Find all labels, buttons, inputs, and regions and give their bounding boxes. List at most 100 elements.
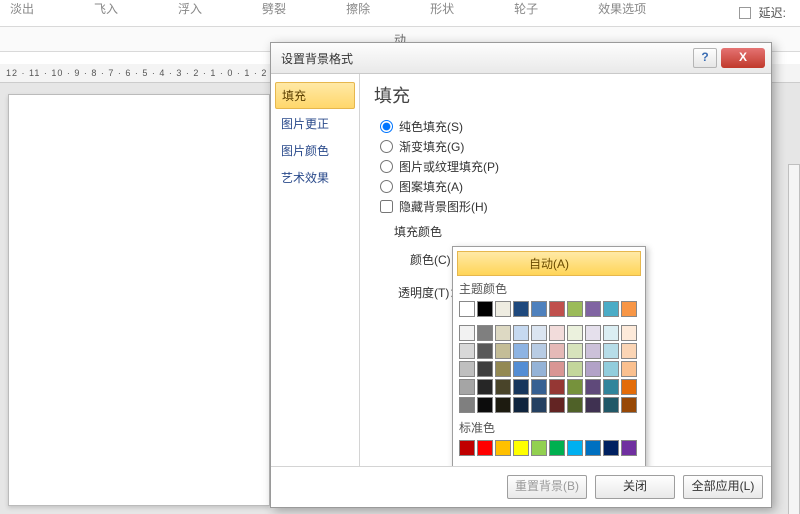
- color-swatch[interactable]: [513, 379, 529, 395]
- color-swatch[interactable]: [603, 301, 619, 317]
- color-swatch[interactable]: [531, 301, 547, 317]
- color-swatch[interactable]: [477, 379, 493, 395]
- ribbon-item[interactable]: 形状: [430, 0, 454, 17]
- checkbox-hide-input[interactable]: [380, 200, 393, 213]
- color-swatch[interactable]: [549, 325, 565, 341]
- slide-page[interactable]: [8, 94, 270, 506]
- color-swatch[interactable]: [459, 343, 475, 359]
- color-swatch[interactable]: [585, 325, 601, 341]
- color-swatch[interactable]: [567, 397, 583, 413]
- color-swatch[interactable]: [477, 361, 493, 377]
- sidebar-item-fill[interactable]: 填充: [275, 82, 355, 109]
- color-swatch[interactable]: [585, 397, 601, 413]
- color-swatch[interactable]: [531, 440, 547, 456]
- color-swatch[interactable]: [477, 343, 493, 359]
- color-swatch[interactable]: [567, 343, 583, 359]
- color-swatch[interactable]: [513, 440, 529, 456]
- radio-pattern-input[interactable]: [380, 180, 393, 193]
- color-swatch[interactable]: [621, 343, 637, 359]
- task-pane-edge[interactable]: [788, 164, 800, 514]
- color-swatch[interactable]: [513, 361, 529, 377]
- sidebar-item-picture-color[interactable]: 图片颜色: [275, 138, 355, 163]
- color-swatch[interactable]: [567, 440, 583, 456]
- ribbon-item[interactable]: 擦除: [346, 0, 370, 17]
- color-swatch[interactable]: [567, 325, 583, 341]
- color-swatch[interactable]: [549, 440, 565, 456]
- color-swatch[interactable]: [459, 379, 475, 395]
- color-swatch[interactable]: [567, 379, 583, 395]
- color-swatch[interactable]: [495, 343, 511, 359]
- sidebar-item-artistic-effects[interactable]: 艺术效果: [275, 165, 355, 190]
- color-swatch[interactable]: [495, 440, 511, 456]
- color-swatch[interactable]: [531, 325, 547, 341]
- color-swatch[interactable]: [567, 301, 583, 317]
- color-swatch[interactable]: [477, 301, 493, 317]
- color-swatch[interactable]: [603, 361, 619, 377]
- color-swatch[interactable]: [495, 397, 511, 413]
- reset-background-button[interactable]: 重置背景(B): [507, 475, 587, 499]
- ribbon-item[interactable]: 效果选项: [598, 0, 646, 17]
- color-swatch[interactable]: [549, 301, 565, 317]
- apply-all-button[interactable]: 全部应用(L): [683, 475, 763, 499]
- color-swatch[interactable]: [495, 325, 511, 341]
- color-swatch[interactable]: [495, 301, 511, 317]
- color-swatch[interactable]: [531, 397, 547, 413]
- color-swatch[interactable]: [585, 361, 601, 377]
- color-swatch[interactable]: [603, 397, 619, 413]
- ribbon-item[interactable]: 浮入: [178, 0, 202, 17]
- color-swatch[interactable]: [603, 343, 619, 359]
- color-swatch[interactable]: [531, 379, 547, 395]
- color-swatch[interactable]: [585, 440, 601, 456]
- color-swatch[interactable]: [621, 379, 637, 395]
- radio-gradient-fill[interactable]: 渐变填充(G): [380, 138, 757, 155]
- radio-gradient-input[interactable]: [380, 140, 393, 153]
- ribbon-item[interactable]: 轮子: [514, 0, 538, 17]
- color-swatch[interactable]: [459, 397, 475, 413]
- ribbon-item[interactable]: 劈裂: [262, 0, 286, 17]
- radio-picture-input[interactable]: [380, 160, 393, 173]
- color-swatch[interactable]: [549, 397, 565, 413]
- close-button[interactable]: X: [721, 48, 765, 68]
- color-swatch[interactable]: [585, 379, 601, 395]
- color-swatch[interactable]: [513, 397, 529, 413]
- color-swatch[interactable]: [549, 361, 565, 377]
- checkbox-hide-bg-graphics[interactable]: 隐藏背景图形(H): [380, 198, 757, 215]
- color-swatch[interactable]: [603, 440, 619, 456]
- color-swatch[interactable]: [477, 325, 493, 341]
- color-swatch[interactable]: [495, 361, 511, 377]
- color-swatch[interactable]: [567, 361, 583, 377]
- color-swatch[interactable]: [531, 343, 547, 359]
- color-swatch[interactable]: [513, 301, 529, 317]
- more-colors-option[interactable]: 其他颜色(M)…: [457, 462, 641, 466]
- color-swatch[interactable]: [549, 343, 565, 359]
- color-swatch[interactable]: [477, 397, 493, 413]
- radio-solid-input[interactable]: [380, 120, 393, 133]
- ribbon-item[interactable]: 飞入: [94, 0, 118, 17]
- color-auto-option[interactable]: 自动(A): [457, 251, 641, 276]
- radio-picture-fill[interactable]: 图片或纹理填充(P): [380, 158, 757, 175]
- color-swatch[interactable]: [459, 440, 475, 456]
- color-swatch[interactable]: [603, 325, 619, 341]
- color-swatch[interactable]: [459, 325, 475, 341]
- color-swatch[interactable]: [477, 440, 493, 456]
- color-swatch[interactable]: [585, 301, 601, 317]
- help-button[interactable]: ?: [693, 48, 717, 68]
- color-swatch[interactable]: [621, 397, 637, 413]
- color-swatch[interactable]: [549, 379, 565, 395]
- color-swatch[interactable]: [495, 379, 511, 395]
- color-swatch[interactable]: [621, 440, 637, 456]
- radio-solid-fill[interactable]: 纯色填充(S): [380, 118, 757, 135]
- radio-pattern-fill[interactable]: 图案填充(A): [380, 178, 757, 195]
- color-swatch[interactable]: [585, 343, 601, 359]
- color-swatch[interactable]: [621, 325, 637, 341]
- color-swatch[interactable]: [603, 379, 619, 395]
- color-swatch[interactable]: [513, 325, 529, 341]
- sidebar-item-picture-corrections[interactable]: 图片更正: [275, 111, 355, 136]
- ribbon-item[interactable]: 淡出: [10, 0, 34, 17]
- close-dialog-button[interactable]: 关闭: [595, 475, 675, 499]
- color-swatch[interactable]: [459, 301, 475, 317]
- color-swatch[interactable]: [621, 301, 637, 317]
- dialog-titlebar[interactable]: 设置背景格式 ? X: [271, 43, 771, 74]
- color-swatch[interactable]: [531, 361, 547, 377]
- color-swatch[interactable]: [621, 361, 637, 377]
